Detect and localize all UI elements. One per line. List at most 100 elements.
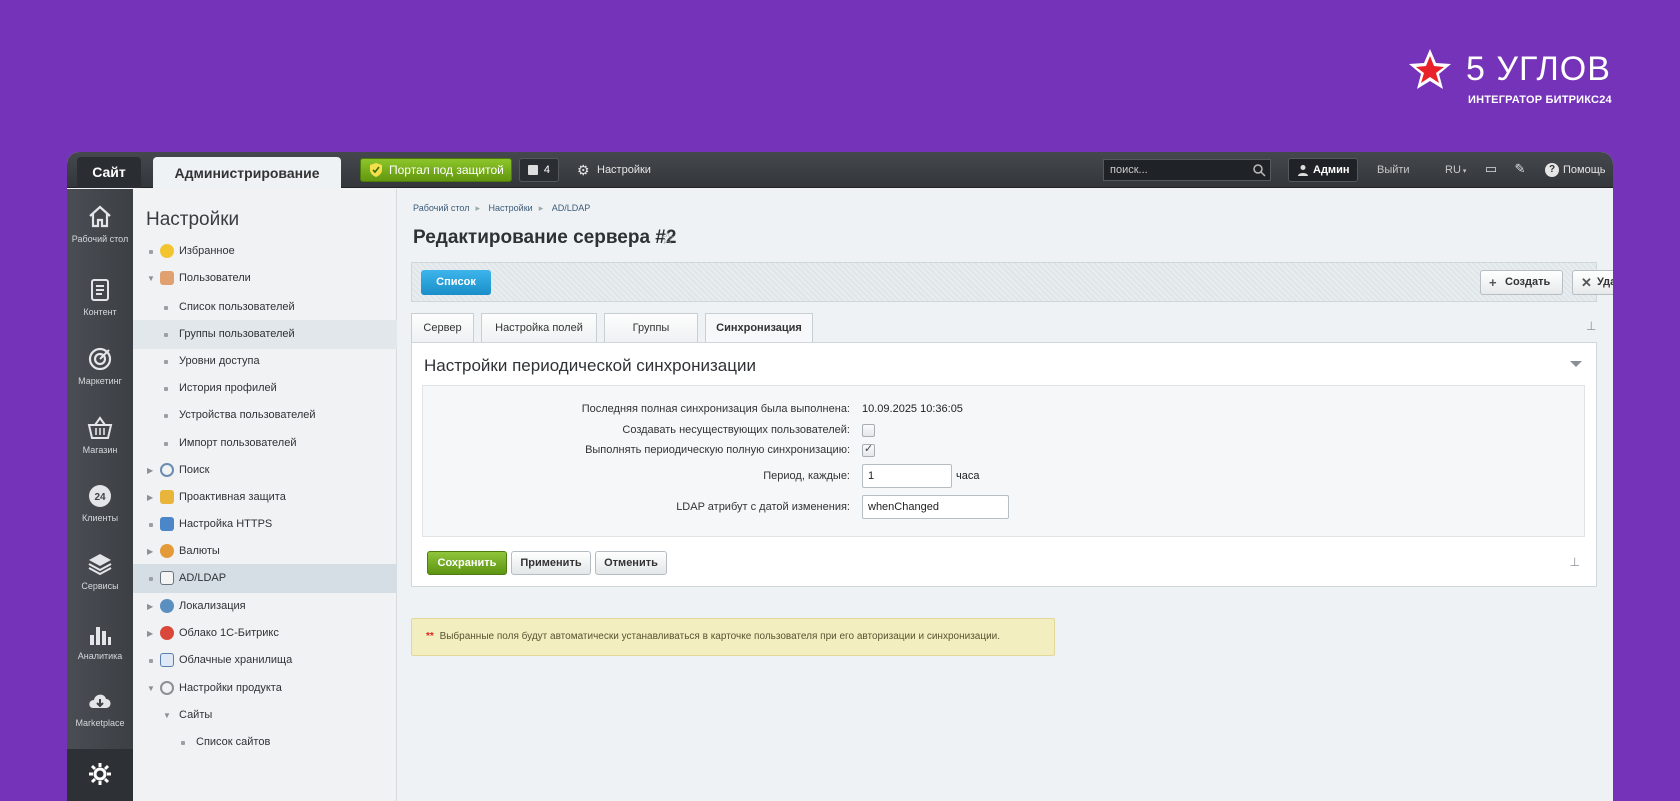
menu-item-user-devices[interactable]: Устройства пользователей xyxy=(133,401,397,430)
collapse-icon[interactable] xyxy=(1570,361,1582,367)
menu-item-https[interactable]: Настройка HTTPS xyxy=(133,510,397,539)
menu-item-favorites[interactable]: Избранное xyxy=(133,237,397,266)
delete-label: Удалить xyxy=(1597,276,1613,288)
menu-item-label: Список сайтов xyxy=(196,736,271,748)
user-icon xyxy=(160,271,174,285)
favorite-star-icon[interactable]: ☆ xyxy=(660,229,675,249)
logout-link[interactable]: Выйти xyxy=(1377,162,1410,178)
search-input[interactable]: поиск... xyxy=(1103,159,1271,181)
breadcrumb-item[interactable]: Настройки xyxy=(489,203,533,213)
lock-icon xyxy=(160,490,174,504)
cloud-download-icon xyxy=(89,694,111,708)
menu-item-cloud-storage[interactable]: Облачные хранилища xyxy=(133,646,397,675)
tab-groups[interactable]: Группы xyxy=(604,313,698,343)
help-link[interactable]: ? Помощь xyxy=(1545,162,1606,178)
menu-item-label: Сайты xyxy=(179,709,213,721)
menu-item-search[interactable]: ▶ Поиск xyxy=(133,456,397,485)
settings-link[interactable]: ⚙ Настройки xyxy=(577,161,651,179)
tab-site[interactable]: Сайт xyxy=(77,157,141,188)
sidebar-label: Контент xyxy=(83,307,117,317)
search-icon[interactable] xyxy=(1252,163,1266,177)
user-menu-button[interactable]: Админ xyxy=(1288,158,1358,182)
sidebar-item-services[interactable]: Сервисы xyxy=(67,551,133,617)
menu-item-label: Облачные хранилища xyxy=(179,654,293,666)
create-missing-users-checkbox[interactable] xyxy=(862,424,875,437)
sidebar-item-analytics[interactable]: Аналитика xyxy=(67,621,133,687)
sidebar-label: Marketplace xyxy=(75,718,125,728)
menu-item-proactive-protection[interactable]: ▶ Проактивная защита xyxy=(133,483,397,512)
breadcrumb-item[interactable]: AD/LDAP xyxy=(552,203,591,213)
menu-item-user-list[interactable]: Список пользователей xyxy=(133,293,397,322)
bullet-icon xyxy=(164,306,168,310)
document-icon xyxy=(91,279,109,301)
apply-button[interactable]: Применить xyxy=(511,551,591,575)
language-selector[interactable]: RU ▾ xyxy=(1445,162,1466,180)
sidebar-item-marketplace[interactable]: Marketplace xyxy=(67,688,133,754)
info-note: ** Выбранные поля будут автоматически ус… xyxy=(411,618,1055,656)
bullet-icon xyxy=(164,414,168,418)
sidebar-item-clients[interactable]: 24 Клиенты xyxy=(67,483,133,549)
chart-icon xyxy=(90,627,111,645)
portal-protected-button[interactable]: Портал под защитой xyxy=(360,158,512,182)
delete-button[interactable]: ✕ Удалить xyxy=(1572,270,1613,295)
calendar-icon[interactable]: ▭ xyxy=(1482,160,1500,178)
chevron-right-icon: ▶ xyxy=(147,629,154,638)
menu-item-access-levels[interactable]: Уровни доступа xyxy=(133,347,397,376)
create-label: Создать xyxy=(1505,276,1551,288)
sidebar-item-desktop[interactable]: Рабочий стол xyxy=(67,204,133,270)
search-icon xyxy=(160,463,174,477)
menu-item-user-import[interactable]: Импорт пользователей xyxy=(133,429,397,458)
menu-item-label: Группы пользователей xyxy=(179,328,295,340)
menu-item-profile-history[interactable]: История профилей xyxy=(133,374,397,403)
periodic-sync-label: Выполнять периодическую полную синхрониз… xyxy=(585,444,850,456)
sidebar-label: Аналитика xyxy=(77,651,123,661)
menu-item-product-settings[interactable]: ▼ Настройки продукта xyxy=(133,674,397,703)
menu-item-currencies[interactable]: ▶ Валюты xyxy=(133,537,397,566)
menu-item-label: Настройка HTTPS xyxy=(179,518,273,530)
cancel-button[interactable]: Отменить xyxy=(595,551,667,575)
notifications-count: 4 xyxy=(543,164,550,176)
period-input[interactable]: 1 xyxy=(862,464,952,488)
menu-item-site-list[interactable]: Список сайтов xyxy=(133,728,397,757)
bullet-icon xyxy=(149,577,153,581)
menu-item-sites[interactable]: ▼ Сайты xyxy=(133,701,397,730)
menu-item-users[interactable]: ▼ Пользователи xyxy=(133,264,397,293)
create-button[interactable]: + Создать xyxy=(1480,270,1563,295)
user-name: Админ xyxy=(1313,164,1350,176)
sidebar-label: Клиенты xyxy=(81,513,119,523)
bullet-icon xyxy=(164,333,168,337)
menu-item-ad-ldap[interactable]: AD/LDAP xyxy=(133,564,397,593)
menu-item-localization[interactable]: ▶ Локализация xyxy=(133,592,397,621)
pin-icon[interactable]: ⊥ xyxy=(1586,319,1596,333)
notifications-button[interactable]: 4 xyxy=(519,158,559,182)
periodic-sync-checkbox[interactable] xyxy=(862,442,875,457)
cloud-icon xyxy=(160,626,174,640)
sidebar-item-marketing[interactable]: Маркетинг xyxy=(67,346,133,412)
tab-admin[interactable]: Администрирование xyxy=(153,157,341,189)
toolbar: Список + Создать xyxy=(411,262,1597,302)
pin-icon[interactable]: ✎ xyxy=(1511,160,1529,178)
bullet-icon xyxy=(149,659,153,663)
ldap-attribute-input[interactable]: whenChanged xyxy=(862,495,1009,519)
portal-protected-label: Портал под защитой xyxy=(389,163,504,177)
tab-server[interactable]: Сервер xyxy=(411,313,474,343)
menu-item-label: Пользователи xyxy=(179,272,251,284)
list-button[interactable]: Список xyxy=(421,270,491,295)
tab-field-settings[interactable]: Настройка полей xyxy=(481,313,597,343)
menu-item-label: Устройства пользователей xyxy=(179,409,316,421)
menu-item-label: Импорт пользователей xyxy=(179,437,297,449)
sidebar-item-content[interactable]: Контент xyxy=(67,277,133,343)
breadcrumb: Рабочий стол ▸ Настройки ▸ AD/LDAP xyxy=(413,203,596,214)
sidebar-item-settings[interactable] xyxy=(67,749,133,801)
menu-item-bitrix-cloud[interactable]: ▶ Облако 1С-Битрикс xyxy=(133,619,397,648)
language-label: RU xyxy=(1445,164,1461,176)
sidebar-item-shop[interactable]: Магазин xyxy=(67,415,133,481)
save-button[interactable]: Сохранить xyxy=(427,551,507,575)
pin-icon[interactable]: ⊥ xyxy=(1570,555,1580,569)
shield-icon xyxy=(370,163,382,177)
menu-item-user-groups[interactable]: Группы пользователей xyxy=(133,320,397,349)
chevron-right-icon: ▶ xyxy=(147,493,154,502)
breadcrumb-item[interactable]: Рабочий стол xyxy=(413,203,470,213)
brand-subtitle: ИНТЕГРАТОР БИТРИКС24 xyxy=(1468,94,1612,106)
period-unit: часа xyxy=(956,470,980,482)
